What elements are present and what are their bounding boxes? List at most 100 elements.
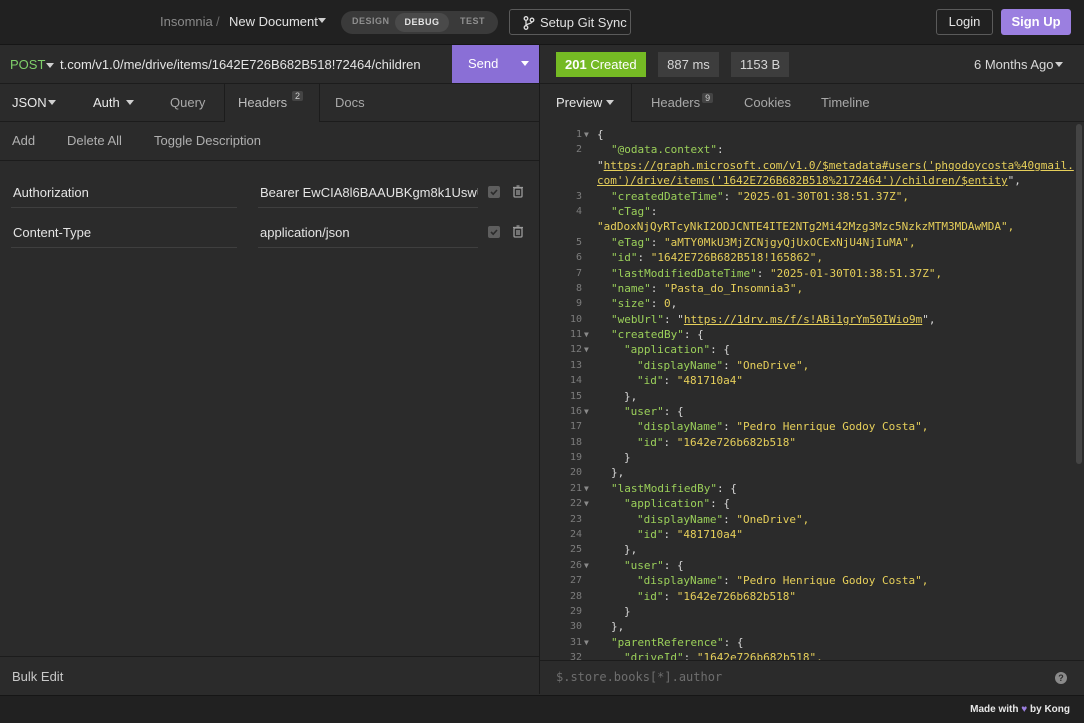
code-text: "displayName": "Pedro Henrique Godoy Cos… <box>637 420 929 433</box>
by-kong-label: by Kong <box>1030 704 1070 715</box>
mode-debug[interactable]: DEBUG <box>395 13 449 32</box>
code-line: 30}, <box>540 619 1084 634</box>
code-line: 11 ▼ "createdBy": { <box>540 327 1084 342</box>
chevron-down-icon[interactable] <box>521 61 529 66</box>
trash-icon[interactable] <box>512 225 524 241</box>
line-number: 1 <box>575 129 582 140</box>
tab-preview-label: Preview <box>556 95 603 110</box>
code-text: } <box>624 451 631 464</box>
line-number: 5 <box>575 237 582 248</box>
line-number: 3 <box>575 191 582 202</box>
check-icon <box>490 189 498 196</box>
response-headers-count-badge: 9 <box>702 93 714 103</box>
header-actions: Add Delete All Toggle Description <box>0 122 539 161</box>
line-number: 6 <box>575 252 582 263</box>
filter-input[interactable]: $.store.books[*].author <box>556 670 722 684</box>
fold-toggle-icon[interactable]: ▼ <box>584 127 589 142</box>
delete-all-button[interactable]: Delete All <box>67 133 122 148</box>
tab-timeline[interactable]: Timeline <box>821 95 870 110</box>
line-number: 32 <box>569 652 582 660</box>
fold-toggle-icon[interactable]: ▼ <box>584 635 589 650</box>
tab-query[interactable]: Query <box>170 95 205 110</box>
fold-toggle-icon[interactable]: ▼ <box>584 481 589 496</box>
tab-headers-label: Headers <box>238 95 288 110</box>
fold-toggle-icon[interactable]: ▼ <box>584 558 589 573</box>
method-select[interactable]: POST <box>10 57 45 72</box>
code-text: "application": { <box>624 343 730 356</box>
code-text: "id": "1642e726b682b518" <box>637 590 796 603</box>
code-line: 21 ▼ "lastModifiedBy": { <box>540 481 1084 496</box>
tab-headers[interactable]: Headers 2 <box>224 84 320 122</box>
chevron-down-icon[interactable] <box>48 100 56 105</box>
header-name-input[interactable]: Authorization <box>13 185 89 200</box>
bulk-edit-bar: Bulk Edit <box>0 656 539 695</box>
toggle-description-button[interactable]: Toggle Description <box>154 133 261 148</box>
url-input[interactable]: t.com/v1.0/me/drive/items/1642E726B682B5… <box>60 57 450 72</box>
fold-toggle-icon[interactable]: ▼ <box>584 496 589 511</box>
header-value-input[interactable]: application/json <box>260 225 478 240</box>
line-number: 12 <box>569 344 582 355</box>
mode-test[interactable]: TEST <box>460 16 485 26</box>
code-line: 3 "createdDateTime": "2025-01-30T01:38:51… <box>540 189 1084 204</box>
code-text: "user": { <box>624 559 684 572</box>
header-enabled-checkbox[interactable] <box>488 186 500 198</box>
code-line: 2 "@odata.context": <box>540 142 1084 157</box>
code-text: "eTag": "aMTY0MkU3MjZCNjgyQjUxOCExNjU4Nj… <box>611 236 916 249</box>
code-line: 8 "name": "Pasta_do_Insomnia3", <box>540 281 1084 296</box>
line-number: 30 <box>569 621 582 632</box>
fold-toggle-icon[interactable]: ▼ <box>584 342 589 357</box>
tab-cookies[interactable]: Cookies <box>744 95 791 110</box>
response-size: 1153 B <box>731 52 789 77</box>
history-dropdown[interactable]: 6 Months Ago <box>974 57 1054 72</box>
status-badge: 201 Created <box>556 52 646 77</box>
header-value-input[interactable]: Bearer EwCIA8l6BAAUBKgm8k1UswU <box>260 185 478 200</box>
chevron-down-icon[interactable] <box>126 100 134 105</box>
tab-body[interactable]: JSON <box>12 95 47 110</box>
line-number: 11 <box>569 329 582 340</box>
code-line: 15}, <box>540 389 1084 404</box>
line-number: 2 <box>575 144 582 155</box>
chevron-down-icon[interactable] <box>46 63 54 68</box>
fold-toggle-icon[interactable]: ▼ <box>584 327 589 342</box>
made-with-label: Made with <box>970 704 1019 715</box>
send-button[interactable]: Send <box>452 45 539 83</box>
code-text: "@odata.context": <box>611 143 724 156</box>
breadcrumb-separator: / <box>216 14 220 29</box>
fold-toggle-icon[interactable]: ▼ <box>584 404 589 419</box>
trash-icon[interactable] <box>512 185 524 201</box>
response-filter: $.store.books[*].author ? <box>540 660 1084 695</box>
tab-response-headers[interactable]: Headers 9 <box>651 93 714 110</box>
chevron-down-icon[interactable] <box>1055 62 1063 67</box>
code-line: 23 "displayName": "OneDrive", <box>540 512 1084 527</box>
login-button[interactable]: Login <box>936 9 993 35</box>
code-line: 14 "id": "481710a4" <box>540 373 1084 388</box>
chevron-down-icon[interactable] <box>606 100 614 105</box>
signup-button[interactable]: Sign Up <box>1001 9 1071 35</box>
tab-auth[interactable]: Auth <box>93 95 120 110</box>
breadcrumb-document[interactable]: New Document <box>229 14 318 29</box>
code-line: 26 ▼ "user": { <box>540 558 1084 573</box>
chevron-down-icon[interactable] <box>318 18 326 23</box>
line-number: 16 <box>569 406 582 417</box>
bulk-edit-button[interactable]: Bulk Edit <box>12 669 63 684</box>
mode-switch: DESIGN DEBUG TEST <box>341 11 498 34</box>
code-text: "displayName": "OneDrive", <box>637 513 810 526</box>
header-name-input[interactable]: Content-Type <box>13 225 91 240</box>
breadcrumb-workspace[interactable]: Insomnia <box>160 14 213 29</box>
tab-docs[interactable]: Docs <box>335 95 365 110</box>
git-branch-icon <box>523 16 535 30</box>
response-body[interactable]: 1 ▼{2 "@odata.context": "https://graph.micr… <box>540 122 1084 660</box>
git-sync-button[interactable]: Setup Git Sync <box>509 9 631 35</box>
mode-design[interactable]: DESIGN <box>352 16 390 26</box>
help-icon[interactable]: ? <box>1055 672 1067 684</box>
code-line: 1 ▼ { <box>540 127 1084 142</box>
tab-preview[interactable]: Preview <box>540 84 632 122</box>
line-number: 31 <box>569 637 582 648</box>
line-number: 28 <box>569 591 582 602</box>
scrollbar[interactable] <box>1076 124 1082 464</box>
line-number: 21 <box>569 483 582 494</box>
header-enabled-checkbox[interactable] <box>488 226 500 238</box>
line-number: 13 <box>569 360 582 371</box>
line-number: 14 <box>569 375 582 386</box>
add-header-button[interactable]: Add <box>12 133 35 148</box>
